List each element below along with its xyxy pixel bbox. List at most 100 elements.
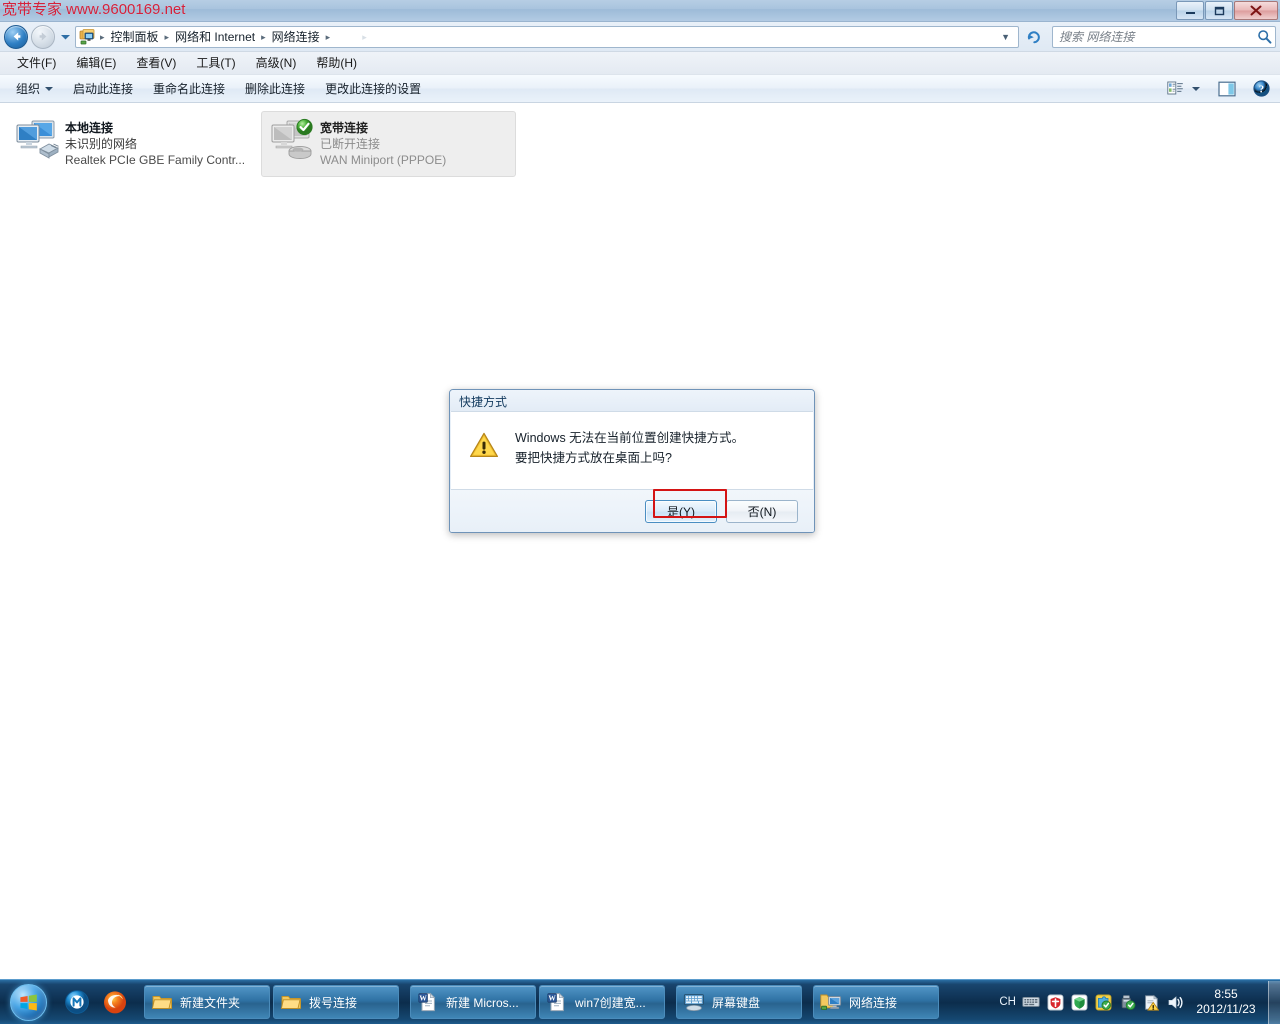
title-bar[interactable]: 宽带专家 www.9600169.net <box>0 0 1280 22</box>
toolbar-organize-label: 组织 <box>16 81 41 96</box>
search-placeholder: 搜索 网络连接 <box>1059 30 1135 44</box>
breadcrumb-item-1[interactable]: 网络和 Internet <box>170 27 260 47</box>
menu-edit[interactable]: 编辑(E) <box>67 53 125 73</box>
taskbar: 新建文件夹 拨号连接 W 新建 Micros... W win7创建宽... 屏… <box>0 979 1280 1024</box>
dialog-body: Windows 无法在当前位置创建快捷方式。 要把快捷方式放在桌面上吗? <box>451 411 813 490</box>
task-label: 新建文件夹 <box>180 995 241 1010</box>
breadcrumb-item-2[interactable]: 网络连接 <box>267 27 325 47</box>
shield-red-icon[interactable] <box>1046 993 1064 1011</box>
dialog-title: 快捷方式 <box>450 390 814 411</box>
view-options-dropdown-icon[interactable] <box>1188 78 1204 100</box>
taskbar-network-connections[interactable]: 网络连接 <box>813 985 939 1019</box>
menu-tools[interactable]: 工具(T) <box>187 53 244 73</box>
toolbar-change-settings[interactable]: 更改此连接的设置 <box>315 78 431 100</box>
usb-safe-remove-icon[interactable] <box>1118 993 1136 1011</box>
maxthon-icon[interactable] <box>62 987 92 1017</box>
connections-list: 本地连接 未识别的网络 Realtek PCIe GBE Family Cont… <box>6 111 1280 177</box>
lan-connection-icon <box>13 118 61 162</box>
connection-text-broadband: 宽带连接 已断开连接 WAN Miniport (PPPOE) <box>320 118 446 168</box>
chevron-down-icon[interactable]: ▼ <box>999 32 1016 42</box>
task-label: win7创建宽... <box>575 995 646 1010</box>
firefox-icon[interactable] <box>100 987 130 1017</box>
warning-icon <box>469 431 499 459</box>
menu-advanced[interactable]: 高级(N) <box>247 53 306 73</box>
chevron-down-icon <box>45 86 54 91</box>
maximize-button[interactable] <box>1205 1 1233 20</box>
toolbar-rename-connection[interactable]: 重命名此连接 <box>143 78 235 100</box>
chevron-down-icon <box>1192 86 1200 91</box>
taskbar-osk[interactable]: 屏幕键盘 <box>676 985 802 1019</box>
connection-name: 本地连接 <box>65 121 114 135</box>
clock-date: 2012/11/23 <box>1196 1002 1256 1016</box>
network-folder-icon <box>820 991 842 1013</box>
dialog-message: Windows 无法在当前位置创建快捷方式。 要把快捷方式放在桌面上吗? <box>515 430 744 467</box>
onscreen-keyboard-icon <box>683 991 705 1013</box>
minimize-button[interactable] <box>1176 1 1204 20</box>
forward-button[interactable] <box>31 24 55 49</box>
menu-file[interactable]: 文件(F) <box>8 53 65 73</box>
breadcrumb[interactable]: ▸ 控制面板 ▸ 网络和 Internet ▸ 网络连接 ▸ ▸ ▼ <box>75 25 1019 48</box>
folder-icon <box>280 991 302 1013</box>
connection-item-lan[interactable]: 本地连接 未识别的网络 Realtek PCIe GBE Family Cont… <box>6 111 261 177</box>
search-icon[interactable] <box>1255 29 1273 44</box>
menu-help[interactable]: 帮助(H) <box>307 53 366 73</box>
refresh-button[interactable] <box>1022 25 1046 49</box>
puzzle-green-icon[interactable] <box>1094 993 1112 1011</box>
ime-keyboard-icon[interactable] <box>1022 993 1040 1011</box>
taskbar-dialup[interactable]: 拨号连接 <box>273 985 399 1019</box>
dialog-message-line-2: 要把快捷方式放在桌面上吗? <box>515 451 672 465</box>
word-doc-icon: W <box>546 991 568 1013</box>
clock-time: 8:55 <box>1214 987 1238 1001</box>
task-label: 拨号连接 <box>309 995 358 1010</box>
connection-device: Realtek PCIe GBE Family Contr... <box>65 153 246 167</box>
svg-text:W: W <box>548 994 556 1003</box>
task-buttons: 新建文件夹 拨号连接 W 新建 Micros... W win7创建宽... 屏… <box>144 985 939 1019</box>
address-bar-row: ▸ 控制面板 ▸ 网络和 Internet ▸ 网络连接 ▸ ▸ ▼ 搜索 网络… <box>0 22 1280 52</box>
command-toolbar: 组织 启动此连接 重命名此连接 删除此连接 更改此连接的设置 ? <box>0 75 1280 103</box>
network-folder-icon <box>79 28 97 46</box>
svg-text:?: ? <box>1258 84 1263 95</box>
yes-button[interactable]: 是(Y) <box>645 499 717 523</box>
taskbar-new-folder[interactable]: 新建文件夹 <box>144 985 270 1019</box>
broadband-connection-icon <box>268 118 316 162</box>
action-center-warning-icon[interactable] <box>1142 993 1160 1011</box>
connection-item-broadband[interactable]: 宽带连接 已断开连接 WAN Miniport (PPPOE) <box>261 111 516 177</box>
connection-status: 未识别的网络 <box>65 137 138 151</box>
start-button[interactable] <box>2 981 54 1023</box>
volume-icon[interactable] <box>1166 993 1184 1011</box>
menu-bar: 文件(F) 编辑(E) 查看(V) 工具(T) 高级(N) 帮助(H) <box>0 52 1280 75</box>
window-controls <box>1176 1 1278 20</box>
green-shield-icon[interactable] <box>1070 993 1088 1011</box>
word-doc-icon: W <box>417 991 439 1013</box>
toolbar-start-connection[interactable]: 启动此连接 <box>63 78 143 100</box>
content-area: 本地连接 未识别的网络 Realtek PCIe GBE Family Cont… <box>0 103 1280 979</box>
show-desktop-button[interactable] <box>1268 980 1280 1024</box>
breadcrumb-item-faded-0 <box>331 27 361 47</box>
breadcrumb-item-0[interactable]: 控制面板 <box>106 27 164 47</box>
connection-device: WAN Miniport (PPPOE) <box>320 153 447 167</box>
no-button[interactable]: 否(N) <box>726 499 798 523</box>
close-button[interactable] <box>1234 1 1278 20</box>
ime-language-indicator[interactable]: CH <box>999 996 1016 1008</box>
toolbar-organize-button[interactable]: 组织 <box>6 78 63 100</box>
taskbar-word-win7[interactable]: W win7创建宽... <box>539 985 665 1019</box>
search-input[interactable]: 搜索 网络连接 <box>1052 25 1276 48</box>
folder-icon <box>151 991 173 1013</box>
preview-pane-icon[interactable] <box>1214 78 1240 100</box>
help-icon[interactable]: ? <box>1248 78 1274 100</box>
connection-text-lan: 本地连接 未识别的网络 Realtek PCIe GBE Family Cont… <box>65 118 245 168</box>
task-label: 屏幕键盘 <box>712 995 761 1010</box>
quick-launch <box>62 987 130 1017</box>
watermark-text: 宽带专家 www.9600169.net <box>2 1 186 18</box>
menu-view[interactable]: 查看(V) <box>127 53 185 73</box>
task-label: 新建 Micros... <box>446 995 519 1010</box>
taskbar-word-new[interactable]: W 新建 Micros... <box>410 985 536 1019</box>
dialog-footer: 是(Y) 否(N) <box>450 490 814 532</box>
history-dropdown-icon[interactable] <box>58 25 72 49</box>
toolbar-delete-connection[interactable]: 删除此连接 <box>235 78 315 100</box>
svg-text:W: W <box>419 994 427 1003</box>
task-label: 网络连接 <box>849 995 898 1010</box>
view-options-icon[interactable] <box>1162 78 1188 100</box>
clock[interactable]: 8:55 2012/11/23 <box>1190 987 1264 1017</box>
back-button[interactable] <box>4 24 28 49</box>
